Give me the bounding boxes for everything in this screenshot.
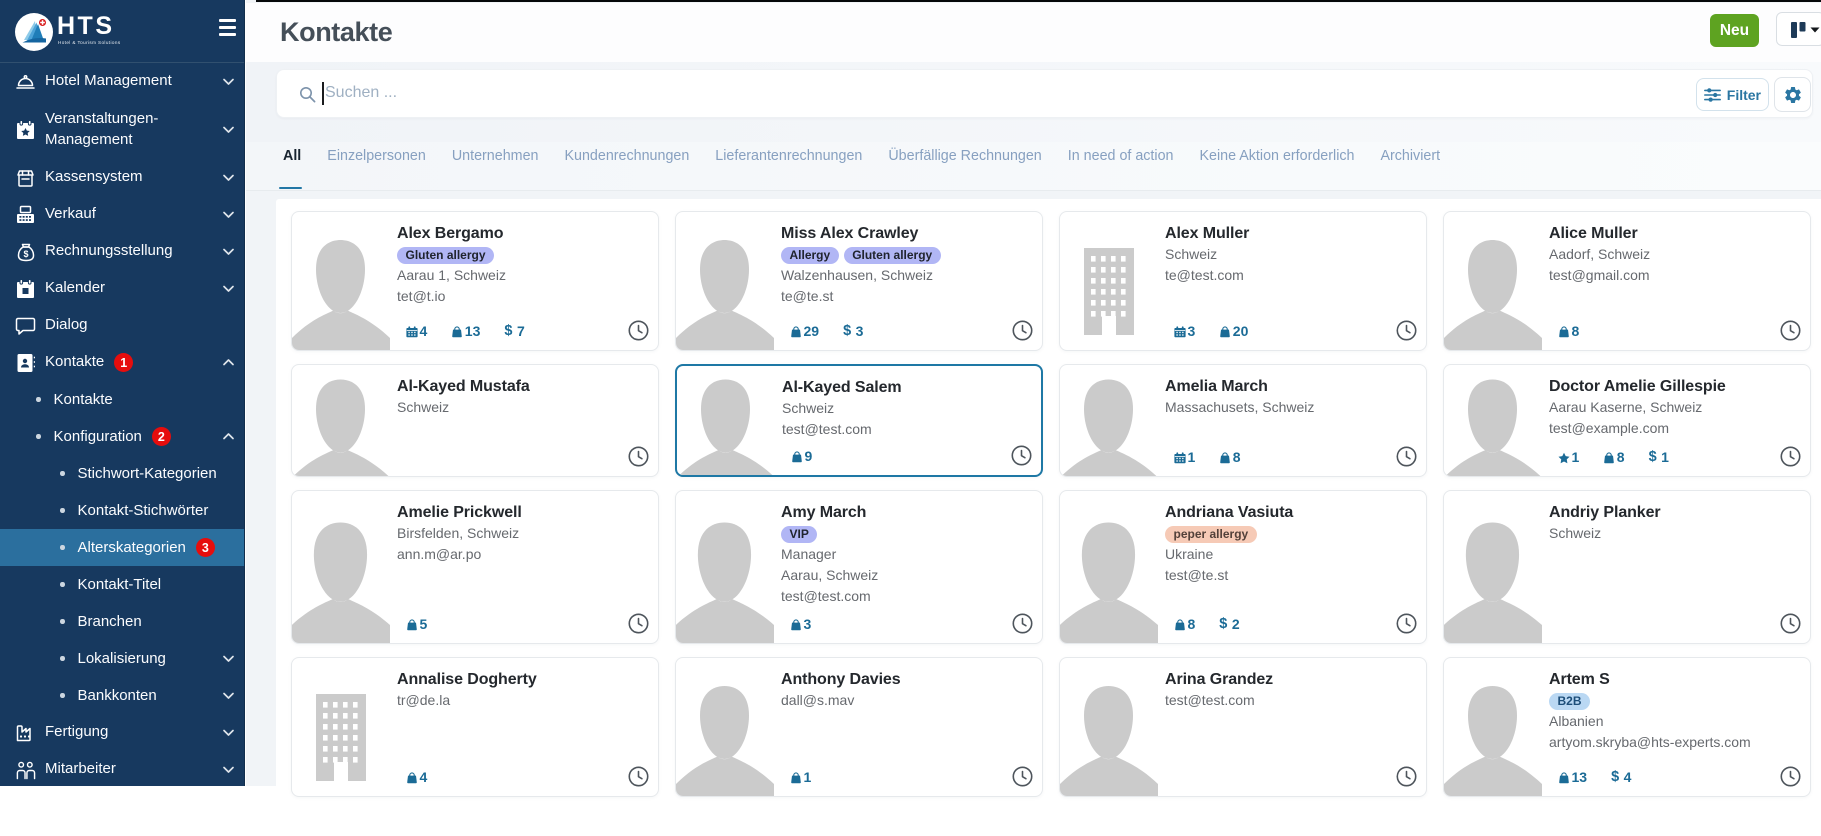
- svg-text:$: $: [23, 249, 28, 259]
